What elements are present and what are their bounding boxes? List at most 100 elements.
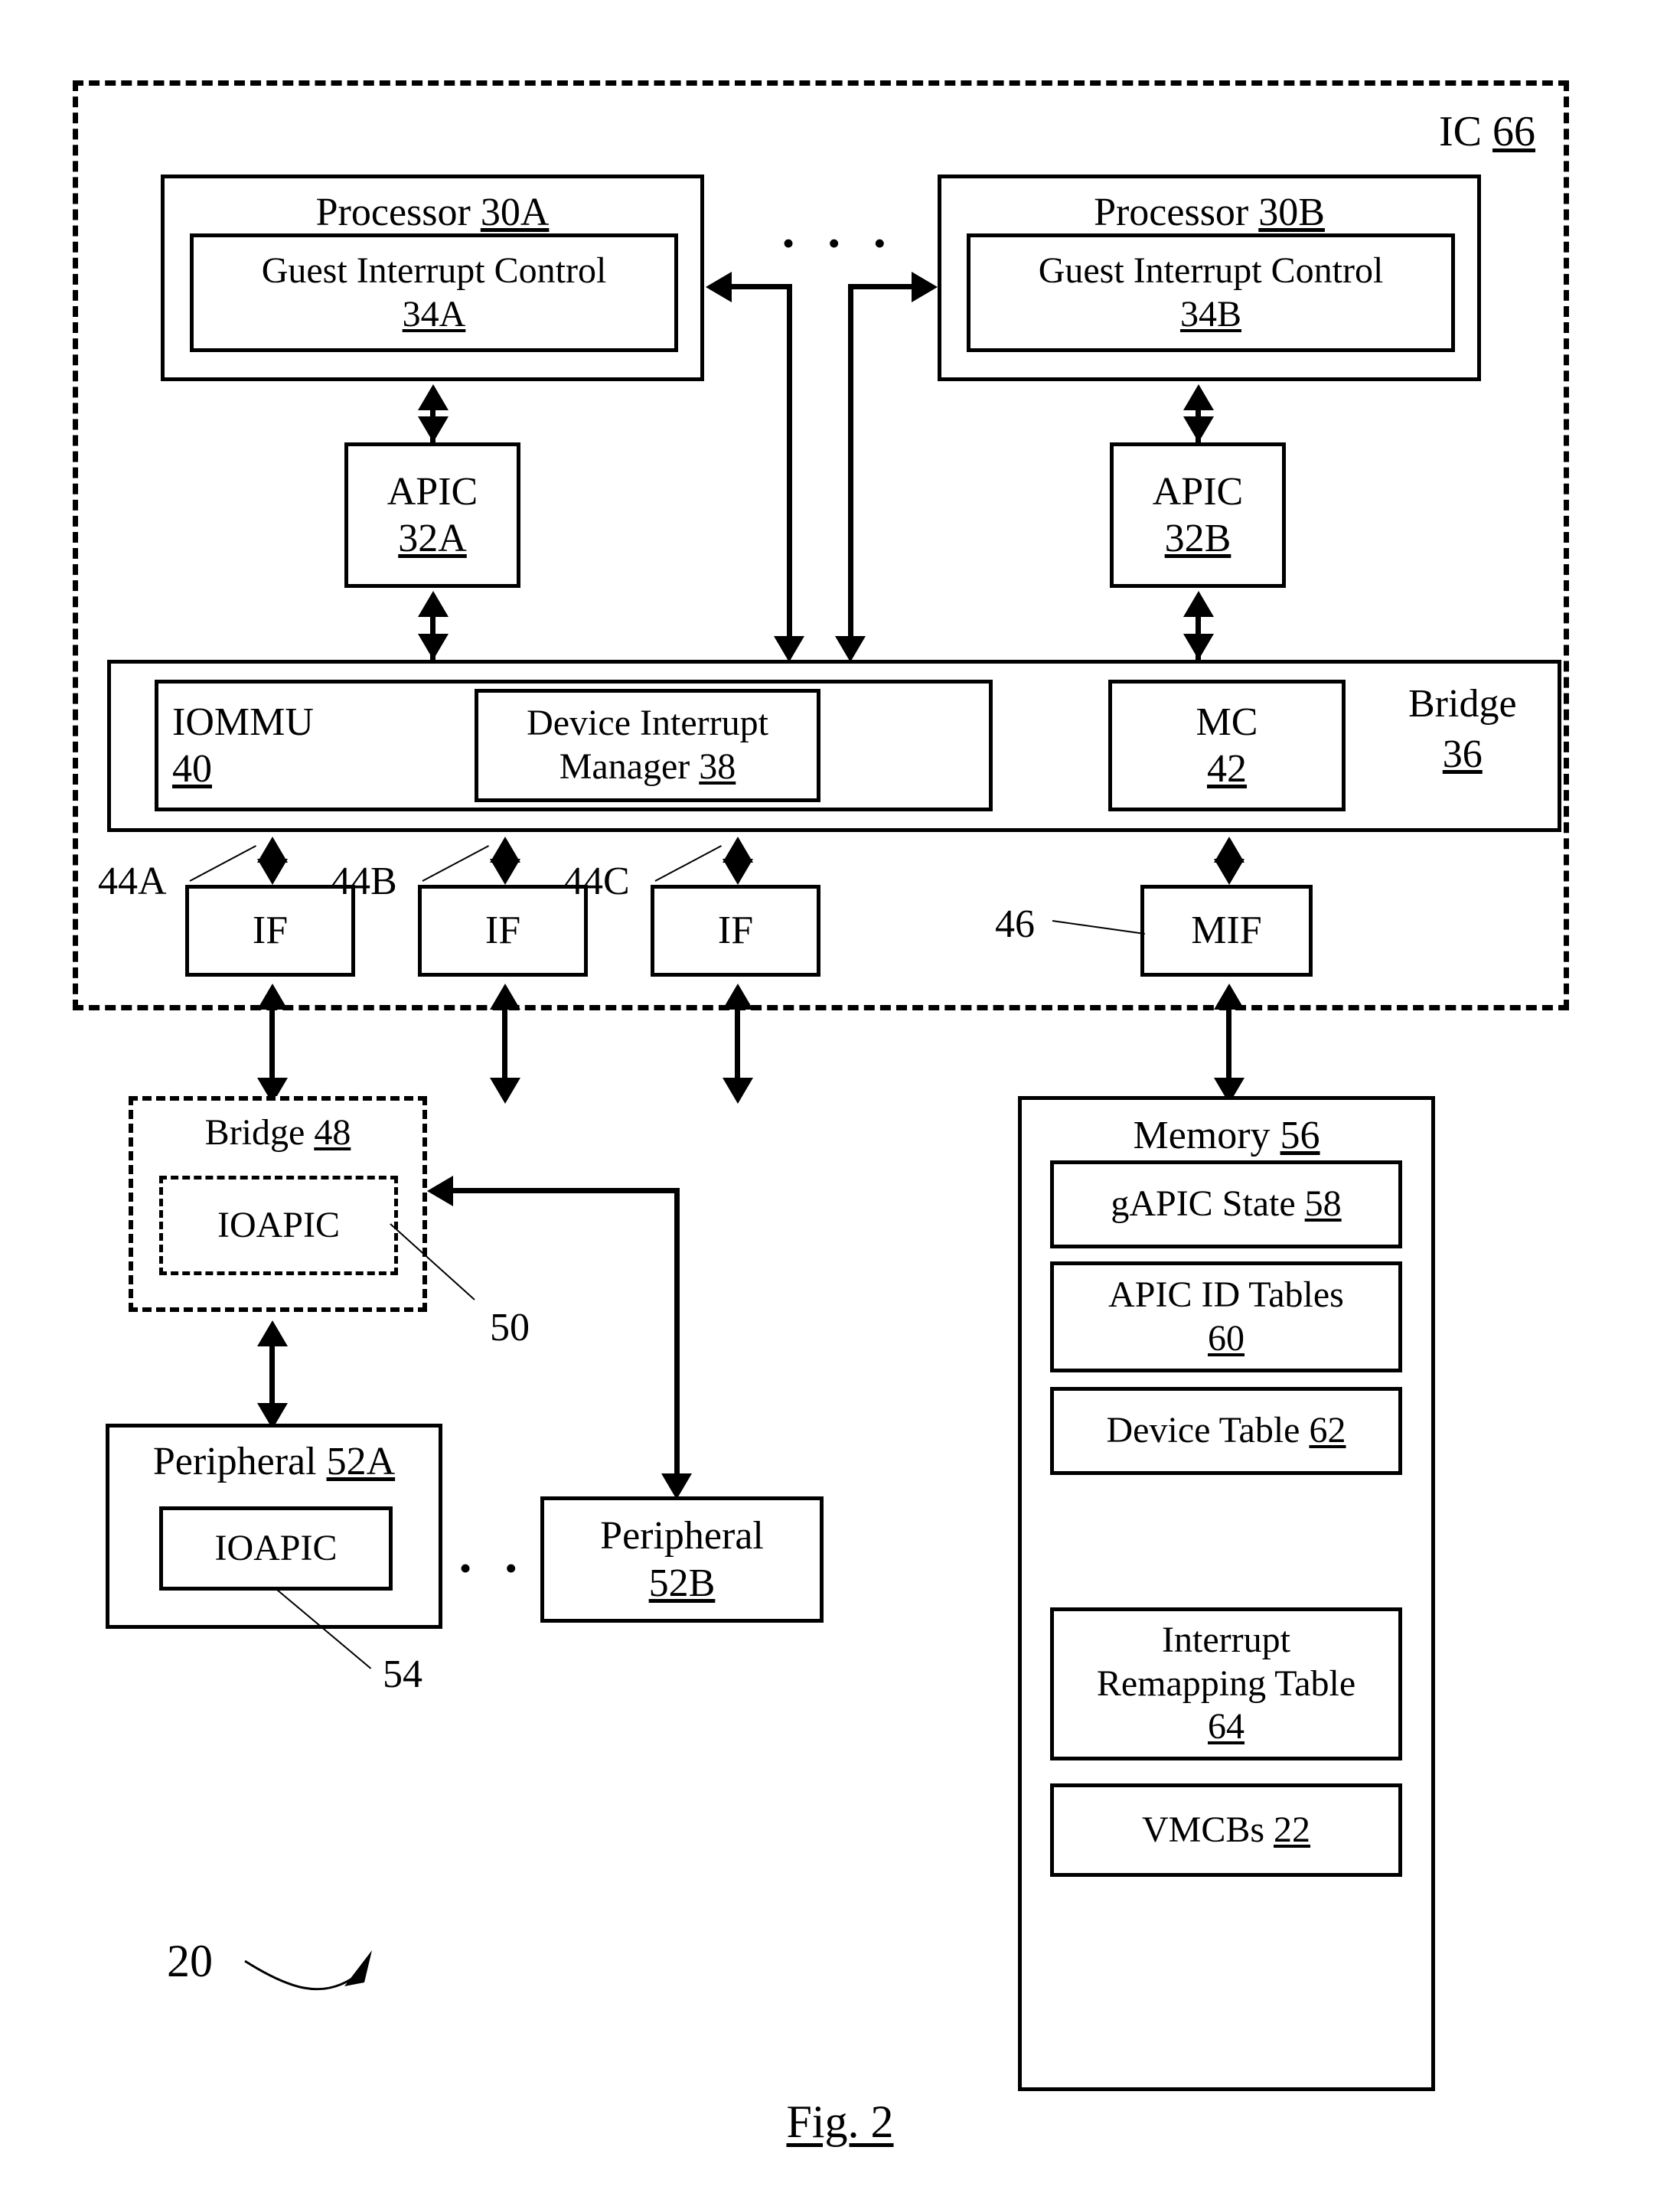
arrow-bridge-down-right	[1183, 634, 1214, 660]
peripheral-52b-box[interactable]: Peripheral 52B	[540, 1496, 824, 1623]
memory-item-2-label: Device Table 62	[1107, 1409, 1346, 1453]
patent-figure-page: IC 66 Processor 30A Guest Interrupt Cont…	[0, 0, 1680, 2196]
iommu-40-ref: 40	[172, 747, 212, 791]
if-44b-label: IF	[484, 909, 521, 953]
device-interrupt-manager-38-box[interactable]: Device Interrupt Manager 38	[475, 689, 820, 802]
peripheral-52b-ref: 52B	[648, 1561, 716, 1605]
if-44c-label: IF	[717, 909, 754, 953]
bridge-48-ioapic-box[interactable]: IOAPIC	[159, 1176, 398, 1275]
memory-item-interrupt-remapping-table-box[interactable]: Interrupt Remapping Table 64	[1050, 1607, 1402, 1760]
guest-interrupt-control-34a-label: Guest Interrupt Control	[261, 250, 607, 291]
memory-item-2-ref: 62	[1309, 1410, 1346, 1451]
memory-56-name: Memory	[1133, 1114, 1271, 1157]
bus-line-right-vertical	[848, 284, 853, 641]
if-44b-box[interactable]: IF	[418, 885, 588, 977]
peripheral-52a-name: Peripheral	[152, 1440, 317, 1483]
figure-caption-text: Fig. 2	[786, 2096, 894, 2147]
dim-38-name2: Manager	[559, 746, 690, 787]
apic-32b-box[interactable]: APIC 32B	[1110, 442, 1286, 588]
bus-line-left-horizontal	[729, 284, 792, 289]
processor-30a-ref: 30A	[480, 191, 550, 234]
if-44a-box[interactable]: IF	[185, 885, 355, 977]
ic-ref: 66	[1492, 108, 1535, 155]
arrow-to-processor-30a	[706, 272, 732, 302]
peripheral-52b-name: Peripheral	[600, 1514, 764, 1558]
peripheral-52a-title: Peripheral 52A	[153, 1438, 395, 1485]
bridge-36-label: Bridge 36	[1408, 681, 1517, 778]
memory-item-3-line1: Interrupt	[1162, 1620, 1290, 1661]
memory-56-title: Memory 56	[1133, 1112, 1320, 1159]
ic-label: IC 66	[1439, 107, 1535, 156]
ref-44c: 44C	[563, 860, 630, 903]
mc-42-box[interactable]: MC 42	[1108, 680, 1346, 811]
bridge-48-title: Bridge 48	[205, 1111, 351, 1155]
memory-item-3-line2: Remapping Table	[1096, 1662, 1356, 1704]
memory-item-device-table-box[interactable]: Device Table 62	[1050, 1387, 1402, 1475]
arrow-apic32b-down	[1183, 416, 1214, 442]
arrow-bus-right-to-bridge	[835, 636, 866, 662]
arrow-bus-left-to-bridge	[774, 636, 804, 662]
arrow-ifc-out-down	[723, 1078, 753, 1104]
arrow-into-bridge48	[427, 1176, 453, 1206]
processor-30a-title: Processor 30A	[316, 189, 550, 236]
arrow-bridge-down-left	[418, 634, 449, 660]
ref-44b: 44B	[331, 860, 397, 903]
bus-line-left-vertical	[787, 284, 792, 641]
bridge-36-ref: 36	[1442, 732, 1483, 776]
arrow-ifb-down	[490, 859, 520, 885]
guest-interrupt-control-34b-ref: 34B	[1179, 293, 1241, 334]
dim-38-ref: 38	[699, 746, 736, 787]
memory-item-4-text: VMCBs	[1141, 1809, 1265, 1850]
bus-line-right-horizontal	[848, 284, 913, 289]
bridge-36-name: Bridge	[1408, 682, 1517, 726]
bridge-48-ref: 48	[314, 1112, 351, 1153]
figure-caption: Fig. 2	[0, 2096, 1680, 2149]
memory-item-1-text: APIC ID Tables	[1108, 1274, 1344, 1315]
apic-32b-ref: 32B	[1164, 517, 1231, 560]
guest-interrupt-control-34b-box[interactable]: Guest Interrupt Control 34B	[967, 233, 1455, 352]
arrow-mif-down	[1214, 859, 1245, 885]
line-peripheral-to-bridge48-v	[674, 1188, 680, 1479]
arrow-ifc-down	[723, 859, 753, 885]
memory-item-3-ref: 64	[1208, 1706, 1245, 1747]
memory-item-0-text: gAPIC State	[1111, 1183, 1296, 1225]
arrow-ifa-down	[257, 859, 288, 885]
memory-item-gapic-state-box[interactable]: gAPIC State 58	[1050, 1160, 1402, 1248]
apic-32a-label: APIC	[387, 469, 478, 514]
peripheral-52a-ioapic-box[interactable]: IOAPIC	[159, 1506, 393, 1591]
if-44c-box[interactable]: IF	[651, 885, 820, 977]
processor-ellipsis: • • •	[782, 224, 899, 263]
processor-30b-ref: 30B	[1258, 191, 1325, 234]
arrow-into-peripheral-52b	[661, 1473, 692, 1499]
apic-32a-ref: 32A	[398, 517, 467, 560]
bridge-48-ioapic-label: IOAPIC	[217, 1204, 340, 1245]
system-ref-leader	[244, 1950, 372, 1991]
apic-32a-box[interactable]: APIC 32A	[344, 442, 520, 588]
line-peripheral-to-bridge48-h	[450, 1188, 680, 1193]
memory-item-vmcbs-box[interactable]: VMCBs 22	[1050, 1783, 1402, 1877]
arrow-ifb-out-down	[490, 1078, 520, 1104]
mc-42-label: MC	[1196, 700, 1258, 744]
guest-interrupt-control-34a-ref: 34A	[402, 293, 466, 334]
memory-item-2-text: Device Table	[1106, 1410, 1300, 1451]
apic-32b-label: APIC	[1152, 469, 1244, 514]
device-interrupt-manager-38-line1: Device Interrupt	[527, 703, 768, 744]
mif-box[interactable]: MIF	[1140, 885, 1313, 977]
iommu-40-label: IOMMU	[172, 700, 314, 744]
if-44a-label: IF	[252, 909, 289, 953]
memory-item-1-ref: 60	[1208, 1317, 1245, 1359]
ref-54: 54	[383, 1653, 422, 1696]
guest-interrupt-control-34b-label: Guest Interrupt Control	[1038, 250, 1384, 291]
ref-46: 46	[995, 902, 1035, 946]
memory-item-apic-id-tables-box[interactable]: APIC ID Tables 60	[1050, 1261, 1402, 1372]
ic-label-text: IC	[1439, 108, 1482, 155]
processor-30b-title: Processor 30B	[1094, 189, 1325, 236]
memory-item-4-ref: 22	[1274, 1809, 1311, 1850]
guest-interrupt-control-34a-box[interactable]: Guest Interrupt Control 34A	[190, 233, 678, 352]
memory-item-0-ref: 58	[1304, 1183, 1342, 1225]
arrow-to-processor-30b	[912, 272, 938, 302]
peripheral-52a-ioapic-label: IOAPIC	[214, 1527, 338, 1568]
memory-item-4-label: VMCBs 22	[1142, 1809, 1310, 1852]
system-ref-20: 20	[167, 1936, 213, 1986]
ref-44a: 44A	[98, 860, 167, 903]
